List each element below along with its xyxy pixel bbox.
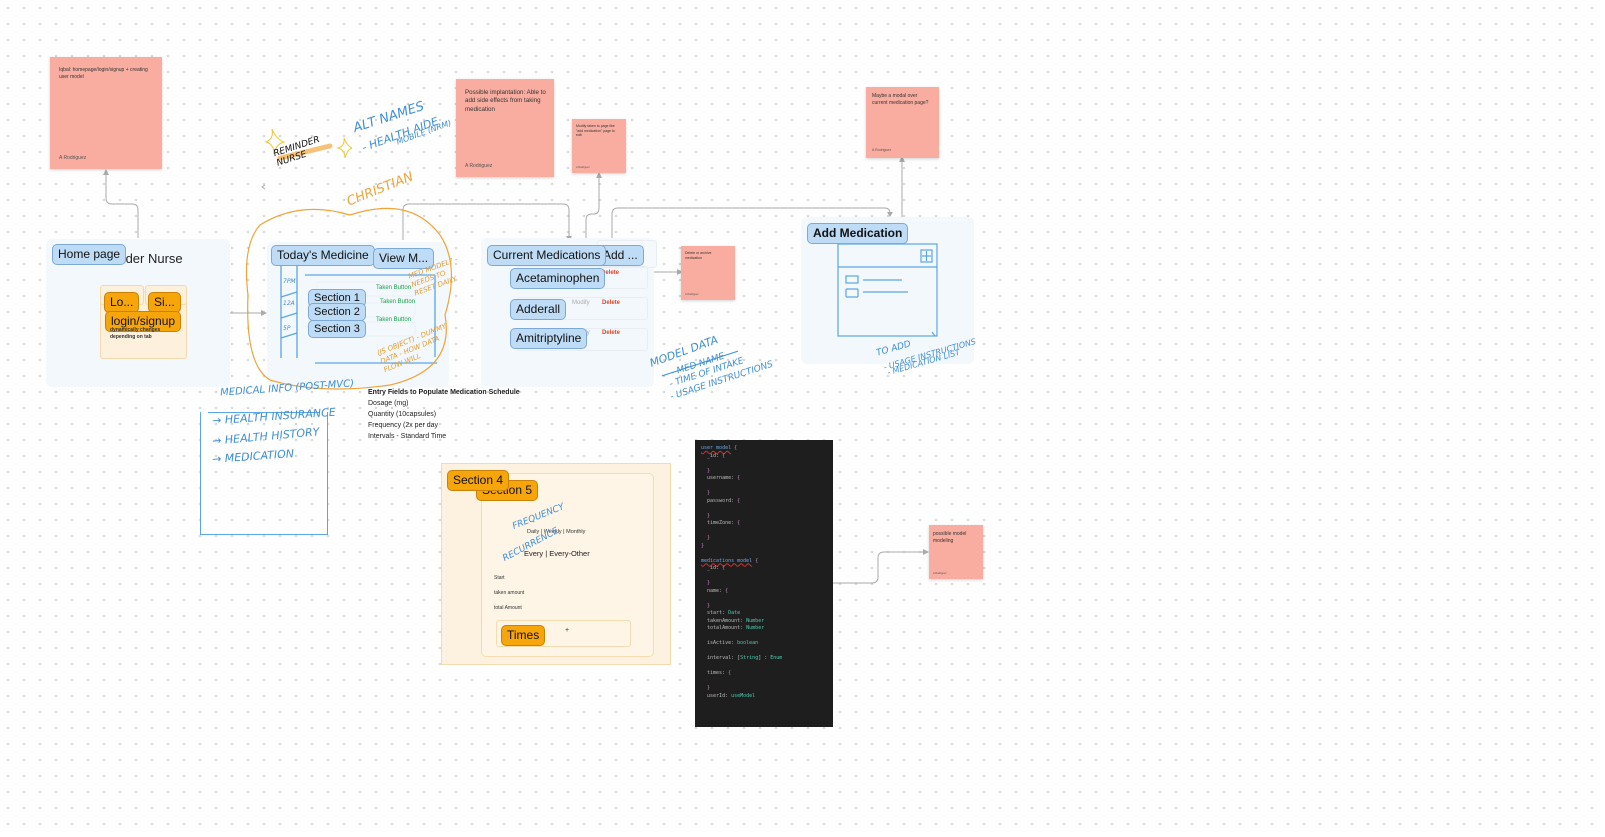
sticky-author: A Rodriguez <box>933 572 947 575</box>
sticky-note-iqbal[interactable]: Iqbal: homepage/login/signup + creating … <box>50 57 162 169</box>
sticky-text: possible model modeling <box>933 531 967 544</box>
code-line: } <box>707 512 711 519</box>
delete-button-3[interactable]: Delete <box>602 330 620 336</box>
code-line: userId: useModel <box>701 692 756 699</box>
sticky-note-side-effects[interactable]: Possible implantation: Able to add side … <box>456 79 554 177</box>
delete-button-2[interactable]: Delete <box>602 300 620 306</box>
home-page-label[interactable]: Home page <box>52 244 127 265</box>
current-medications-label[interactable]: Current Medications <box>487 245 607 266</box>
med-adderall[interactable]: Adderall <box>510 299 567 320</box>
med-amitriptyline[interactable]: Amitriptyline <box>510 328 588 349</box>
sticky-note-modify-taken[interactable]: Modify taken to page like "add medicatio… <box>572 119 626 173</box>
code-line: } <box>707 602 711 609</box>
plus-icon[interactable]: + <box>565 627 569 634</box>
code-line: totalAmount: Number <box>701 625 765 631</box>
sticky-text: Maybe a modal over current medication pa… <box>872 93 929 106</box>
signup-tab[interactable]: Si... <box>148 292 181 313</box>
code-line: takenAmount: Number <box>701 617 765 624</box>
section-4-label[interactable]: Section 4 <box>447 470 510 491</box>
code-line: username: { <box>701 475 741 481</box>
med-acetaminophen[interactable]: Acetaminophen <box>510 268 606 289</box>
code-line: _id: { <box>701 565 726 571</box>
code-line: name: { <box>701 587 729 594</box>
sticky-note-modal[interactable]: Maybe a modal over current medication pa… <box>866 87 939 158</box>
taken-amount-field[interactable]: taken amount <box>494 590 524 596</box>
total-amount-field[interactable]: total Amount <box>494 605 522 611</box>
entry-field-item: Quantity (10capsules) <box>368 411 437 418</box>
code-line: interval: [String] : Enum <box>701 655 783 661</box>
orange-lasso <box>245 207 452 390</box>
sticky-note-model-modeling[interactable]: possible model modeling A Rodriguez <box>929 525 983 579</box>
sticky-text: Possible implantation: Able to add side … <box>465 89 546 113</box>
entry-field-item: Intervals - Standard Time <box>368 433 447 440</box>
code-line: user model { <box>701 445 738 451</box>
sticky-note-delete-archive[interactable]: Delete or archive medication A Rodriguez <box>681 246 735 300</box>
login-tab[interactable]: Lo... <box>104 292 140 313</box>
code-line: medications model { <box>701 557 759 564</box>
code-line: password: { <box>701 497 741 504</box>
code-line: start: Date <box>701 610 741 616</box>
login-note: dynamically changes depending on tab <box>110 327 161 340</box>
code-line: isActive: boolean <box>701 640 759 646</box>
sticky-text: Modify taken to page like "add medicatio… <box>576 124 615 138</box>
sticky-author: A Rodriguez <box>685 293 699 296</box>
add-medication-label[interactable]: Add Medication <box>807 223 909 244</box>
sticky-author: A Rodriguez <box>576 166 590 169</box>
code-line: _id: { <box>701 452 726 459</box>
modify-button-2[interactable]: Modify <box>572 300 590 306</box>
recurrence-options[interactable]: Every | Every-Other <box>524 549 590 558</box>
sticky-text: Iqbal: homepage/login/signup + creating … <box>59 67 148 80</box>
code-line: timeZone: { <box>701 520 741 526</box>
code-line: } <box>707 580 711 586</box>
start-field[interactable]: Start <box>494 575 505 581</box>
code-editor-image: user model { _id: { } username: { } pass… <box>695 440 833 727</box>
sticky-author: A Rodriguez <box>465 163 493 169</box>
entry-field-item: Frequency (2x per day <box>368 422 439 429</box>
sticky-author: A Rodriguez <box>59 155 87 161</box>
code-line: } <box>707 535 711 541</box>
sticky-author: A Rodriguez <box>872 148 892 152</box>
code-line: } <box>707 490 711 496</box>
sticky-text: Delete or archive medication <box>685 251 712 260</box>
times-label[interactable]: Times <box>501 625 546 646</box>
entry-field-item: Dosage (mg) <box>368 400 409 407</box>
code-line: } <box>701 542 705 549</box>
code-line: times: { <box>701 670 732 676</box>
code-line: } <box>707 467 711 474</box>
code-line: } <box>707 685 711 691</box>
